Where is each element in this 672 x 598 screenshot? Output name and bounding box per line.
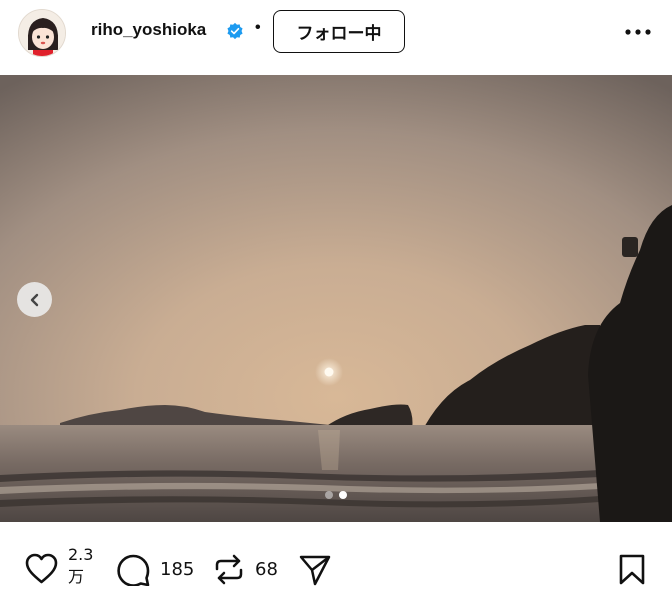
post-image[interactable]: [0, 75, 672, 522]
like-count[interactable]: 2.3 万: [68, 544, 98, 588]
carousel-dot: [325, 491, 333, 499]
carousel-prev-button[interactable]: [17, 282, 52, 317]
chevron-left-icon: [30, 293, 38, 306]
carousel-dot-active: [339, 491, 347, 499]
username[interactable]: riho_yoshioka: [91, 20, 206, 40]
carousel-indicator: [325, 491, 347, 499]
repost-icon[interactable]: [213, 553, 245, 586]
separator-dot: •: [255, 19, 261, 36]
verified-badge-icon: [227, 22, 243, 40]
action-bar: 2.3 万 185 68: [0, 522, 672, 598]
more-horizontal-icon[interactable]: [624, 26, 652, 38]
post-header: riho_yoshioka • フォロー中: [0, 0, 672, 75]
following-button[interactable]: フォロー中: [273, 10, 405, 53]
repost-count[interactable]: 68: [255, 559, 278, 580]
avatar[interactable]: [18, 9, 66, 57]
comment-icon[interactable]: [116, 553, 151, 586]
like-count-unit: 万: [68, 567, 85, 586]
comment-count[interactable]: 185: [160, 559, 194, 580]
like-count-number: 2.3: [68, 545, 94, 564]
share-icon[interactable]: [298, 553, 332, 587]
bookmark-icon[interactable]: [618, 553, 646, 586]
heart-icon[interactable]: [24, 552, 59, 585]
